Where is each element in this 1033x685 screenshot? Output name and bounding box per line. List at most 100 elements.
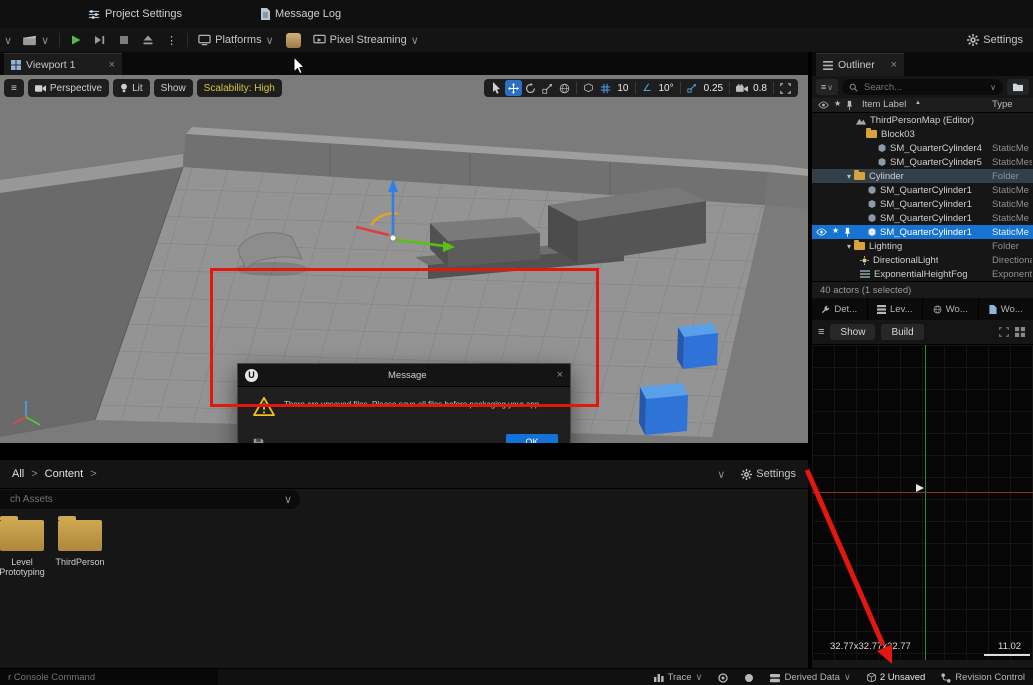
viewport-3d[interactable]: ≡ Perspective Lit Show Scalability: High… [0,75,808,443]
focus-icon[interactable] [999,327,1009,337]
perspective-button[interactable]: Perspective [28,79,109,97]
new-folder-button[interactable] [1007,79,1029,95]
move-tool-button[interactable] [505,80,522,96]
chevron-down-icon[interactable]: ∨ [717,468,725,481]
close-icon[interactable]: × [891,59,897,71]
camera-speed-value[interactable]: 0.8 [750,83,770,94]
outliner-row[interactable]: ExponentialHeightFogExponenti [812,267,1033,281]
close-icon[interactable]: × [557,369,563,381]
tab-details[interactable]: Det... [812,298,868,320]
revision-control-button[interactable]: Revision Control [933,669,1033,685]
build-dropdown[interactable]: Build [881,324,923,340]
show-dropdown[interactable]: Show [830,324,875,340]
scale-snap-value[interactable]: 0.25 [701,83,726,94]
outliner-row[interactable]: Block03 [812,127,1033,141]
outliner-search-field[interactable]: ∨ [842,79,1003,95]
close-icon[interactable]: × [109,59,115,71]
capture-button[interactable] [736,669,762,685]
caret-open-icon[interactable]: ▾ [844,172,854,181]
outliner-row[interactable]: ▾ LightingFolder [812,239,1033,253]
console-command-input[interactable] [6,671,212,684]
unsaved-files-button[interactable]: 2 Unsaved [859,669,933,685]
chevron-down-icon[interactable]: ∨ [284,493,292,506]
outliner-row-selected[interactable]: ★ SM_QuarterCylinder1StaticMe [812,225,1033,239]
eye-icon[interactable] [818,101,829,109]
content-settings-button[interactable]: Settings [741,468,796,480]
breadcrumb-content[interactable]: Content [45,468,84,480]
scale-tool-button[interactable] [539,80,556,96]
stop-button[interactable] [112,28,136,52]
pin-icon[interactable] [844,227,851,237]
outliner-row[interactable]: SM_QuarterCylinder1StaticMe [812,211,1033,225]
world-partition-minimap[interactable]: 32.77x32.77x32.77 11.02 [812,344,1033,660]
minimap-scrollbar[interactable] [984,654,1030,656]
caret-open-icon[interactable]: ▾ [844,242,854,251]
maximize-viewport-button[interactable] [777,80,794,96]
lit-button[interactable]: Lit [113,79,150,97]
folder-level-prototyping[interactable]: Level Prototyping [0,520,54,578]
asset-search-field[interactable]: ∨ [0,490,300,509]
chevron-down-icon[interactable]: ∨ [990,83,996,92]
pin-icon[interactable] [846,100,853,110]
column-item-label[interactable]: Item Label [862,99,906,110]
outliner-row[interactable]: DirectionalLightDirectiona [812,253,1033,267]
outliner-row[interactable]: ▾ CylinderFolder [812,169,1033,183]
grid-snap-value[interactable]: 10 [614,83,631,94]
folder-thirdperson[interactable]: ThirdPerson [48,520,112,567]
star-icon[interactable]: ★ [832,226,839,235]
rotation-snap-value[interactable]: 10° [656,83,677,94]
select-tool-button[interactable] [488,80,505,96]
breadcrumb-all[interactable]: All [12,468,24,480]
tab-viewport-1[interactable]: Viewport 1 × [4,53,122,75]
viewport-menu-button[interactable]: ≡ [4,79,24,97]
outliner-search-input[interactable] [862,81,986,94]
ok-button[interactable]: OK [506,434,558,443]
play-options-kebab-icon[interactable]: ⋮ [160,28,183,52]
tab-world-partition[interactable]: Wo... [923,298,979,320]
cinematics-button[interactable]: ∨ [16,28,55,52]
scale-snap-button[interactable] [684,80,701,96]
trace-dropdown[interactable]: Trace ∨ [646,669,711,685]
tab-world-settings[interactable]: Wo... [979,298,1033,320]
project-settings-button[interactable]: Project Settings [80,0,190,28]
console-command-field[interactable] [0,669,218,685]
outliner-row[interactable]: SM_QuarterCylinder4StaticMe [812,141,1033,155]
tab-outliner[interactable]: Outliner × [816,53,904,76]
frame-skip-button[interactable] [88,28,112,52]
save-icon[interactable] [253,438,264,443]
outliner-column-header[interactable]: ★ Item Label ▲ Type [812,98,1033,113]
menu-icon[interactable]: ≡ [818,326,824,338]
derived-data-dropdown[interactable]: Derived Data ∨ [762,669,858,685]
scalability-button[interactable]: Scalability: High [197,79,282,97]
eye-icon[interactable] [816,228,827,236]
grid-icon[interactable] [1015,327,1025,337]
outliner-row[interactable]: SM_QuarterCylinder1StaticMe [812,197,1033,211]
outliner-row[interactable]: SM_QuarterCylinder5StaticMes [812,155,1033,169]
star-icon[interactable]: ★ [834,99,841,108]
rotate-tool-button[interactable] [522,80,539,96]
grid-snap-button[interactable] [597,80,614,96]
rotation-snap-button[interactable]: ∠ [639,80,656,96]
chevron-down-icon[interactable]: ∨ [0,34,16,47]
surface-snap-button[interactable] [580,80,597,96]
wrench-icon [821,305,830,314]
outliner-row[interactable]: SM_QuarterCylinder1StaticMe [812,183,1033,197]
dialog-titlebar[interactable]: U Message × [238,364,570,387]
play-button[interactable] [64,28,88,52]
camera-speed-button[interactable] [733,80,750,96]
world-coordinate-button[interactable] [556,80,573,96]
pixel-streaming-dropdown[interactable]: Pixel Streaming ∨ [307,28,425,52]
column-type[interactable]: Type [992,99,1013,110]
asset-search-input[interactable] [8,493,284,506]
platforms-dropdown[interactable]: Platforms ∨ [192,28,280,52]
eject-button[interactable] [136,28,160,52]
breadcrumb[interactable]: All > Content > [12,468,97,480]
message-log-button[interactable]: Message Log [252,0,349,28]
target-button[interactable] [710,669,736,685]
toolbar-settings-button[interactable]: Settings [961,28,1033,52]
tab-levels[interactable]: Lev... [868,298,924,320]
marketplace-button[interactable] [280,28,307,52]
show-button[interactable]: Show [154,79,193,97]
outliner-filter-button[interactable]: ≡ ∨ [816,79,838,95]
outliner-row[interactable]: ThirdPersonMap (Editor) [812,113,1033,127]
